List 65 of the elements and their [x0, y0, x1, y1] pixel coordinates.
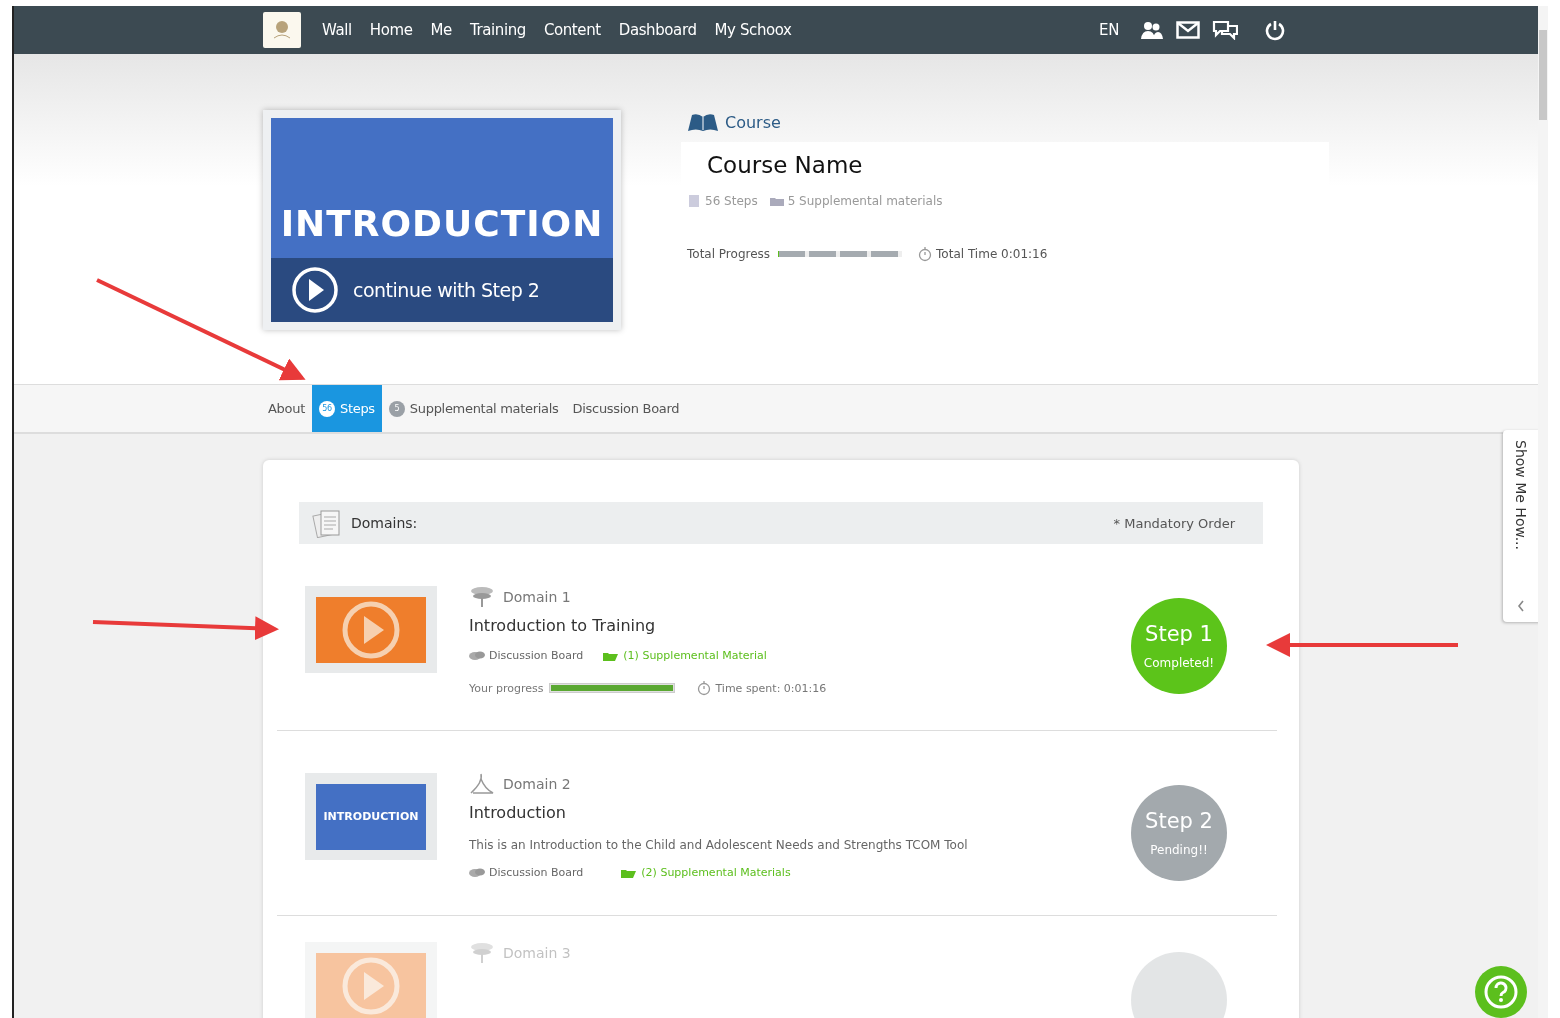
nav-link[interactable]: Content	[534, 17, 610, 43]
step-label: Step 1	[1145, 622, 1213, 646]
pdf-icon	[469, 773, 495, 795]
count-badge: 56	[318, 400, 335, 417]
time-spent: Time spent: 0:01:16	[715, 681, 827, 695]
chevron-left-icon[interactable]	[1516, 600, 1525, 612]
nav-link[interactable]: Me	[421, 17, 461, 43]
pages-icon	[687, 194, 701, 208]
domain-label: Domain 3	[503, 945, 571, 961]
spring-icon	[469, 942, 495, 964]
envelope-icon[interactable]	[1176, 21, 1200, 39]
discussion-board-link[interactable]: Discussion Board	[489, 649, 584, 662]
spring-icon	[469, 586, 495, 608]
supplemental-count: 5 Supplemental materials	[787, 194, 943, 208]
chat-icon	[469, 867, 485, 878]
continue-button[interactable]: continue with Step 2	[271, 258, 613, 322]
domain-title[interactable]: Introduction to Training	[469, 616, 1131, 635]
discussion-board-link[interactable]: Discussion Board	[489, 866, 584, 879]
tab-label: About	[268, 401, 305, 416]
banner-title: INTRODUCTION	[280, 203, 604, 244]
folder-icon	[621, 867, 638, 878]
folder-icon	[769, 196, 784, 206]
steps-count: 56 Steps	[705, 194, 758, 208]
tab-label: Supplemental materials	[409, 401, 559, 416]
people-icon[interactable]	[1140, 20, 1164, 40]
stopwatch-icon	[918, 246, 933, 262]
introduction-thumbnail[interactable]: INTRODUCTION	[316, 783, 426, 850]
domain-label: Domain 1	[503, 589, 571, 605]
video-thumbnail[interactable]	[316, 952, 426, 1018]
chat-icon	[469, 650, 485, 661]
nav-link[interactable]: Dashboard	[609, 17, 706, 43]
nav-link[interactable]: Home	[360, 17, 422, 43]
mandatory-order-note: * Mandatory Order	[1113, 515, 1235, 531]
video-thumbnail[interactable]	[316, 596, 426, 663]
domain-description: This is an Introduction to the Child and Adolescent Needs and Strengths TCOM Tool	[469, 838, 969, 852]
domains-title: Domains:	[351, 515, 418, 531]
step-status: Pending!!	[1150, 843, 1208, 857]
domain-title[interactable]: Introduction	[469, 803, 1131, 822]
nav-link[interactable]: Wall	[313, 17, 361, 43]
progress-label: Total Progress	[687, 247, 771, 261]
play-icon	[291, 266, 339, 314]
book-icon	[687, 112, 719, 132]
step-status: Completed!	[1143, 656, 1215, 670]
help-icon	[1483, 974, 1519, 1010]
chat-icon[interactable]	[1212, 20, 1238, 40]
nav-link[interactable]: My Schoox	[705, 17, 801, 43]
progress-label: Your progress	[469, 681, 544, 695]
folder-icon	[603, 650, 620, 661]
course-label: Course	[725, 112, 781, 132]
count-badge: 5	[388, 400, 405, 417]
step-label: Step 2	[1145, 809, 1213, 833]
tab-label: Steps	[339, 401, 375, 416]
power-icon[interactable]	[1264, 19, 1286, 41]
tab-label: Discussion Board	[572, 401, 680, 416]
tab[interactable]: Discussion Board	[565, 385, 687, 432]
logo-icon[interactable]	[263, 12, 301, 48]
tab[interactable]: About	[261, 385, 312, 432]
domain-label: Domain 2	[503, 776, 571, 792]
nav-link[interactable]: Training	[460, 17, 535, 43]
total-time: Total Time 0:01:16	[936, 247, 1048, 261]
documents-icon	[311, 508, 343, 538]
stopwatch-icon	[697, 680, 712, 696]
tab[interactable]: 5 Supplemental materials	[381, 385, 566, 432]
language-link[interactable]: EN	[1090, 17, 1128, 43]
help-button[interactable]	[1475, 966, 1527, 1018]
